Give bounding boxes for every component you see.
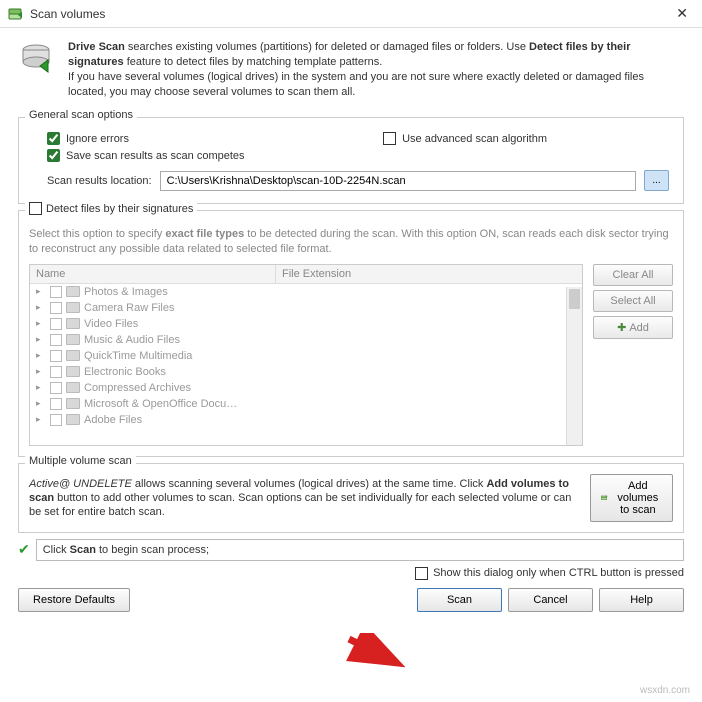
check-icon: ✔ [18,541,30,558]
ignore-errors-checkbox[interactable]: Ignore errors [47,132,129,145]
signatures-description: Select this option to specify exact file… [29,227,673,256]
drive-scan-icon [20,40,56,76]
restore-defaults-button[interactable]: Restore Defaults [18,588,130,612]
cancel-button[interactable]: Cancel [508,588,593,612]
signature-category-item[interactable]: ▸Compressed Archives [30,380,582,396]
general-scan-options-group: General scan options Ignore errors Use a… [18,117,684,204]
select-all-button[interactable]: Select All [593,290,673,312]
scan-location-input[interactable] [160,171,636,191]
window-title: Scan volumes [30,7,670,21]
signature-category-item[interactable]: ▸Electronic Books [30,364,582,380]
arrow-annotation [345,633,405,669]
add-signature-button[interactable]: Add [593,316,673,339]
clear-all-button[interactable]: Clear All [593,264,673,286]
app-icon [8,6,24,22]
watermark: wsxdn.com [640,685,690,696]
signature-category-item[interactable]: ▸QuickTime Multimedia [30,348,582,364]
show-dialog-label: Show this dialog only when CTRL button i… [433,567,684,579]
signature-category-item[interactable]: ▸Microsoft & OpenOffice Docu… [30,396,582,412]
description-text: Drive Scan searches existing volumes (pa… [68,40,682,99]
status-text: Click Scan to begin scan process; [36,539,684,561]
signature-category-item[interactable]: ▸Camera Raw Files [30,300,582,316]
general-title: General scan options [25,109,137,121]
help-button[interactable]: Help [599,588,684,612]
scan-button[interactable]: Scan [417,588,502,612]
col-name: Name [30,265,276,283]
detect-signatures-group: Detect files by their signatures Select … [18,210,684,457]
show-dialog-ctrl-checkbox[interactable] [415,567,428,580]
multi-title: Multiple volume scan [25,455,136,467]
volumes-icon: + [601,492,608,504]
browse-button[interactable]: ... [644,170,669,191]
multiple-volume-group: Multiple volume scan Active@ UNDELETE al… [18,463,684,533]
save-results-checkbox[interactable]: Save scan results as scan competes [47,149,245,162]
detect-signatures-checkbox[interactable] [29,202,42,215]
signatures-scrollbar[interactable] [566,287,582,445]
signature-category-item[interactable]: ▸Music & Audio Files [30,332,582,348]
svg-text:+: + [606,495,608,498]
signatures-table[interactable]: Name File Extension ▸Photos & Images▸Cam… [29,264,583,446]
col-ext: File Extension [276,265,582,283]
close-icon[interactable]: ✕ [670,3,694,24]
advanced-scan-checkbox[interactable]: Use advanced scan algorithm [383,132,547,145]
add-volumes-button[interactable]: + Add volumes to scan [590,474,673,522]
scan-location-label: Scan results location: [47,175,152,187]
multi-description: Active@ UNDELETE allows scanning several… [29,477,576,520]
signature-category-item[interactable]: ▸Photos & Images [30,284,582,300]
signature-category-item[interactable]: ▸Adobe Files [30,412,582,428]
signature-category-item[interactable]: ▸Video Files [30,316,582,332]
detect-signatures-title: Detect files by their signatures [46,203,193,215]
